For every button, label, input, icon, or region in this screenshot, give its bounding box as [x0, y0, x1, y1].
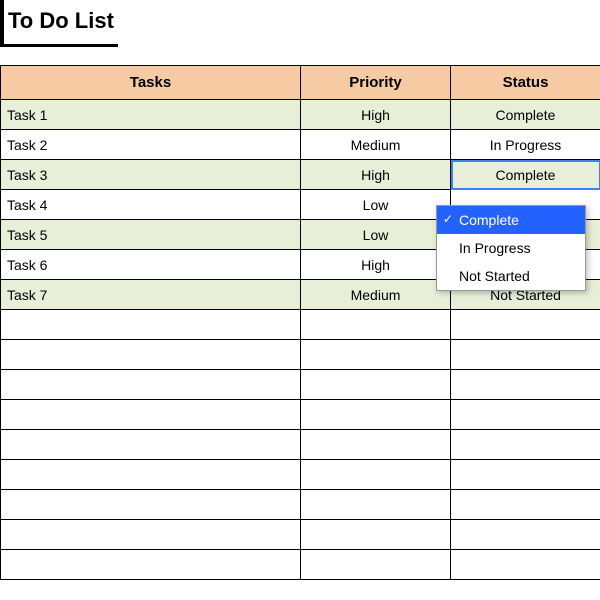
priority-cell[interactable]	[301, 460, 451, 490]
table-row	[1, 370, 600, 400]
task-cell[interactable]	[1, 400, 301, 430]
table-row: Task 2MediumIn Progress	[1, 130, 600, 160]
task-cell[interactable]	[1, 460, 301, 490]
priority-cell[interactable]	[301, 310, 451, 340]
table-row	[1, 310, 600, 340]
priority-cell[interactable]	[301, 490, 451, 520]
priority-cell[interactable]: Low	[301, 220, 451, 250]
task-cell[interactable]	[1, 370, 301, 400]
task-cell[interactable]: Task 1	[1, 100, 301, 130]
task-cell[interactable]	[1, 310, 301, 340]
priority-cell[interactable]	[301, 550, 451, 580]
status-dropdown[interactable]: ✓ Complete In Progress Not Started	[436, 205, 586, 291]
task-cell[interactable]: Task 3	[1, 160, 301, 190]
table-row	[1, 400, 600, 430]
dropdown-option-label: In Progress	[459, 240, 531, 256]
task-cell[interactable]: Task 5	[1, 220, 301, 250]
dropdown-option[interactable]: In Progress	[437, 234, 585, 262]
task-cell[interactable]: Task 4	[1, 190, 301, 220]
priority-cell[interactable]	[301, 430, 451, 460]
priority-cell[interactable]: High	[301, 250, 451, 280]
status-cell[interactable]	[451, 430, 600, 460]
status-cell[interactable]	[451, 310, 600, 340]
task-cell[interactable]	[1, 490, 301, 520]
table-row: Task 1HighComplete	[1, 100, 600, 130]
priority-cell[interactable]: High	[301, 100, 451, 130]
table-row: Task 3HighComplete▲▼	[1, 160, 600, 190]
status-cell[interactable]	[451, 520, 600, 550]
page-title: To Do List	[0, 0, 118, 47]
priority-cell[interactable]: Medium	[301, 280, 451, 310]
table-row	[1, 490, 600, 520]
task-cell[interactable]: Task 2	[1, 130, 301, 160]
status-cell[interactable]	[451, 550, 600, 580]
status-cell[interactable]	[451, 400, 600, 430]
status-cell[interactable]	[451, 370, 600, 400]
status-cell[interactable]: In Progress	[451, 130, 600, 160]
dropdown-option-label: Complete	[459, 212, 519, 228]
dropdown-option[interactable]: Not Started	[437, 262, 585, 290]
priority-cell[interactable]: High	[301, 160, 451, 190]
task-cell[interactable]	[1, 340, 301, 370]
status-cell[interactable]: Complete	[451, 100, 600, 130]
task-cell[interactable]	[1, 430, 301, 460]
table-row	[1, 520, 600, 550]
task-cell[interactable]: Task 7	[1, 280, 301, 310]
priority-cell[interactable]	[301, 370, 451, 400]
dropdown-option[interactable]: ✓ Complete	[437, 206, 585, 234]
table-row	[1, 430, 600, 460]
table-row	[1, 460, 600, 490]
status-cell[interactable]	[451, 460, 600, 490]
priority-cell[interactable]	[301, 340, 451, 370]
status-cell[interactable]	[451, 340, 600, 370]
task-cell[interactable]	[1, 520, 301, 550]
todo-table: Tasks Priority Status Task 1HighComplete…	[0, 65, 600, 580]
priority-cell[interactable]: Low	[301, 190, 451, 220]
dropdown-option-label: Not Started	[459, 268, 530, 284]
priority-cell[interactable]: Medium	[301, 130, 451, 160]
col-header-tasks[interactable]: Tasks	[1, 66, 301, 100]
task-cell[interactable]	[1, 550, 301, 580]
table-row	[1, 340, 600, 370]
task-cell[interactable]: Task 6	[1, 250, 301, 280]
col-header-status[interactable]: Status	[451, 66, 600, 100]
col-header-priority[interactable]: Priority	[301, 66, 451, 100]
priority-cell[interactable]	[301, 520, 451, 550]
priority-cell[interactable]	[301, 400, 451, 430]
status-cell[interactable]	[451, 490, 600, 520]
check-icon: ✓	[443, 212, 453, 226]
table-row	[1, 550, 600, 580]
status-cell[interactable]: Complete▲▼	[451, 160, 600, 190]
